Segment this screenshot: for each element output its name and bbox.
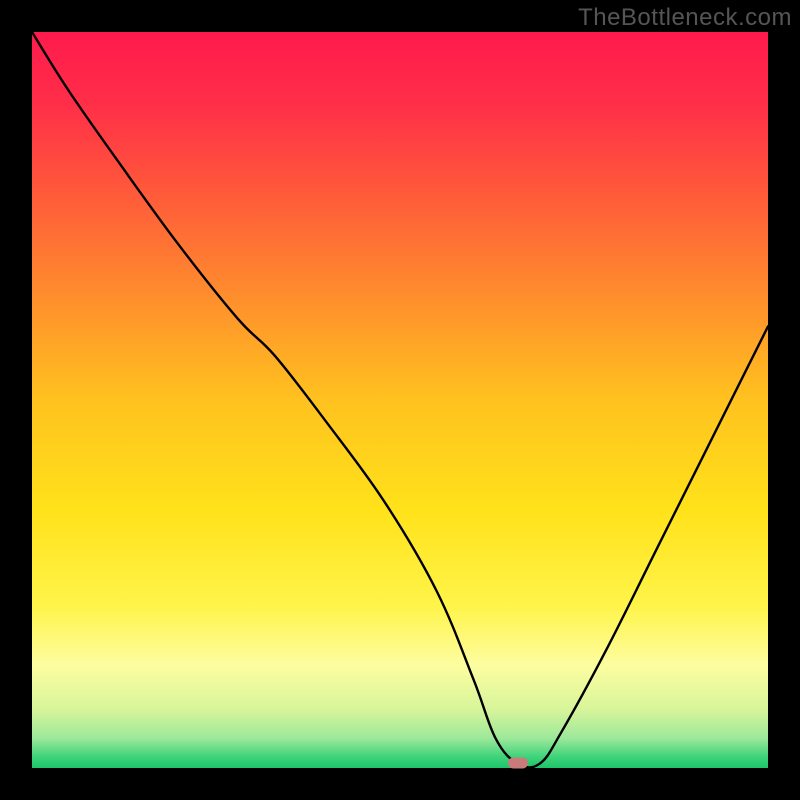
chart-frame: TheBottleneck.com bbox=[0, 0, 800, 800]
watermark-text: TheBottleneck.com bbox=[578, 4, 792, 32]
plot-area bbox=[32, 32, 768, 768]
bottleneck-curve bbox=[32, 32, 768, 768]
optimal-marker bbox=[508, 757, 528, 768]
